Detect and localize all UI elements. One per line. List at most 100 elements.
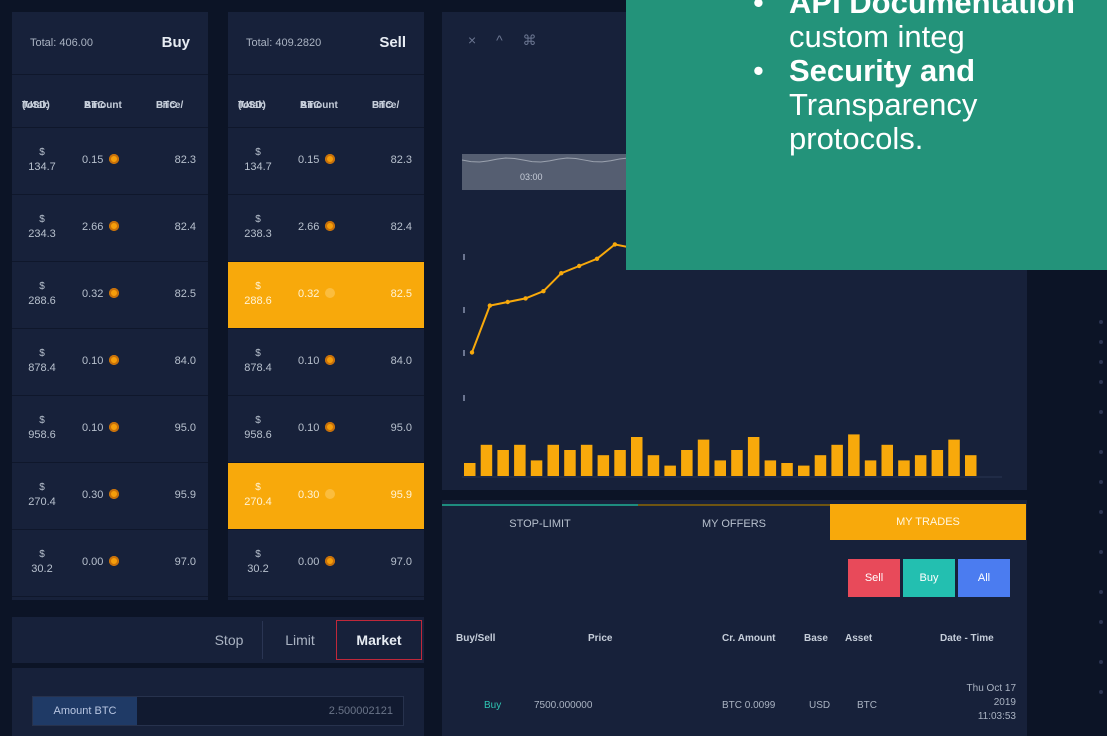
row-total-usd: $270.4 bbox=[244, 482, 272, 508]
price-point bbox=[487, 303, 493, 308]
feature-api-title: API Documentation bbox=[789, 0, 1075, 20]
volume-bar bbox=[848, 434, 860, 476]
header-date-time: Date - Time bbox=[940, 633, 994, 644]
header-price: Price bbox=[588, 633, 613, 644]
row-price-btc: 95.0 bbox=[390, 422, 412, 434]
row-btc-amount: 0.15 bbox=[82, 154, 120, 166]
order-row[interactable]: $878.4 0.10 84.0 bbox=[12, 329, 208, 396]
edge-marker bbox=[1099, 320, 1103, 324]
header-base: Base bbox=[804, 633, 828, 644]
tab-my-offers[interactable]: MY OFFERS bbox=[638, 504, 830, 542]
volume-bar bbox=[647, 455, 660, 476]
order-type-selector: Stop Limit Market bbox=[12, 617, 424, 663]
buy-total: Total: 406.00 bbox=[30, 37, 93, 49]
row-total-usd: $288.6 bbox=[28, 281, 56, 307]
order-row[interactable]: $958.6 0.10 95.0 bbox=[12, 396, 208, 463]
volume-bar bbox=[747, 437, 760, 476]
order-row[interactable]: $30.2 0.00 97.0 bbox=[12, 530, 208, 597]
order-type-limit-button[interactable]: Limit bbox=[262, 621, 337, 659]
volume-bar bbox=[814, 455, 827, 476]
volume-bar bbox=[547, 444, 559, 476]
order-row[interactable]: $270.4 0.30 95.9 bbox=[228, 463, 424, 530]
chart-navigator-label: 03:00 bbox=[520, 172, 543, 182]
buy-side-label: Buy bbox=[161, 34, 190, 51]
volume-bar bbox=[597, 455, 610, 476]
trade-side: Buy bbox=[484, 700, 502, 711]
sell-book-header: Total: 409.2820 Sell bbox=[228, 12, 424, 75]
volume-bar bbox=[898, 460, 910, 476]
volume-bar bbox=[480, 444, 493, 476]
tab-my-trades[interactable]: MY TRADES bbox=[830, 504, 1026, 540]
right-edge-markers bbox=[1099, 300, 1105, 720]
bitcoin-coin-icon bbox=[325, 288, 336, 298]
row-price-btc: 82.4 bbox=[390, 221, 412, 233]
order-row[interactable]: $30.2 0.00 97.0 bbox=[228, 530, 424, 597]
price-point bbox=[559, 271, 564, 276]
row-price-btc: 95.0 bbox=[174, 422, 196, 434]
volume-bar bbox=[697, 439, 710, 476]
row-btc-amount: 0.10 bbox=[82, 422, 120, 434]
row-price-btc: 97.0 bbox=[390, 556, 412, 568]
order-row[interactable]: $288.6 0.32 82.5 bbox=[228, 262, 424, 329]
price-point bbox=[505, 299, 510, 305]
filter-all-button[interactable]: All bbox=[958, 559, 1010, 597]
price-point bbox=[523, 296, 528, 301]
volume-bar bbox=[781, 463, 793, 476]
row-btc-amount: 2.66 bbox=[82, 221, 120, 233]
volume-bar bbox=[514, 444, 526, 476]
volume-bar bbox=[731, 450, 743, 476]
price-point bbox=[612, 242, 618, 247]
bitcoin-coin-icon bbox=[109, 489, 120, 499]
chart-toolbar[interactable]: × ^ ⌘ bbox=[468, 32, 545, 49]
trade-price: 7500.000000 bbox=[534, 700, 593, 711]
y-axis-tick bbox=[463, 395, 465, 401]
price-point bbox=[594, 256, 600, 261]
order-row[interactable]: $234.3 2.66 82.4 bbox=[12, 195, 208, 262]
order-row[interactable]: $270.4 0.30 95.9 bbox=[12, 463, 208, 530]
feature-security-desc-2: protocols. bbox=[789, 121, 924, 156]
row-btc-amount: 0.00 bbox=[298, 556, 336, 568]
order-row[interactable]: $958.6 0.10 95.0 bbox=[228, 396, 424, 463]
bitcoin-coin-icon bbox=[109, 355, 120, 365]
amount-btc-value[interactable]: 2.500002121 bbox=[329, 697, 393, 725]
buy-rows: $134.7 0.15 82.3 $234.3 2.66 82.4 $288.6 0.32 82… bbox=[12, 128, 208, 597]
volume-bar bbox=[714, 460, 726, 476]
tab-stop-limit[interactable]: STOP-LIMIT bbox=[442, 504, 638, 542]
row-total-usd: $30.2 bbox=[247, 549, 269, 575]
amount-btc-field[interactable]: Amount BTC 2.500002121 bbox=[32, 696, 404, 726]
bitcoin-coin-icon bbox=[325, 355, 336, 365]
order-type-market-button[interactable]: Market bbox=[336, 620, 422, 660]
bitcoin-coin-icon bbox=[325, 422, 336, 432]
volume-bar bbox=[464, 463, 476, 476]
amount-panel: Amount BTC 2.500002121 bbox=[12, 668, 424, 736]
row-price-btc: 84.0 bbox=[390, 355, 412, 367]
order-row[interactable]: $134.7 0.15 82.3 bbox=[228, 128, 424, 195]
order-row[interactable]: $238.3 2.66 82.4 bbox=[228, 195, 424, 262]
volume-bar bbox=[497, 450, 509, 476]
header-buy-sell: Buy/Sell bbox=[456, 633, 496, 644]
chart-navigator bbox=[462, 154, 637, 190]
row-total-usd: $878.4 bbox=[28, 348, 56, 374]
volume-bar bbox=[614, 450, 626, 476]
order-type-stop-button[interactable]: Stop bbox=[198, 621, 260, 659]
volume-bar bbox=[764, 460, 777, 476]
order-row[interactable]: $288.6 0.32 82.5 bbox=[12, 262, 208, 329]
trades-panel: STOP-LIMIT MY OFFERS MY TRADES Sell Buy … bbox=[442, 500, 1027, 736]
volume-bar bbox=[931, 450, 944, 476]
edge-marker bbox=[1099, 450, 1103, 454]
bitcoin-coin-icon bbox=[325, 154, 336, 164]
row-price-btc: 95.9 bbox=[174, 489, 196, 501]
filter-sell-button[interactable]: Sell bbox=[848, 559, 900, 597]
volume-bar bbox=[965, 455, 977, 476]
filter-buy-button[interactable]: Buy bbox=[903, 559, 955, 597]
order-row[interactable]: $878.4 0.10 84.0 bbox=[228, 329, 424, 396]
row-total-usd: $288.6 bbox=[244, 281, 272, 307]
sell-order-book: Total: 409.2820 Sell Total: (USD) BTC Amou… bbox=[228, 12, 424, 600]
edge-marker bbox=[1099, 660, 1103, 664]
bitcoin-coin-icon bbox=[109, 154, 120, 164]
volume-bar bbox=[664, 465, 676, 476]
edge-marker bbox=[1099, 360, 1103, 364]
edge-marker bbox=[1099, 590, 1103, 594]
row-total-usd: $238.3 bbox=[244, 214, 272, 240]
order-row[interactable]: $134.7 0.15 82.3 bbox=[12, 128, 208, 195]
